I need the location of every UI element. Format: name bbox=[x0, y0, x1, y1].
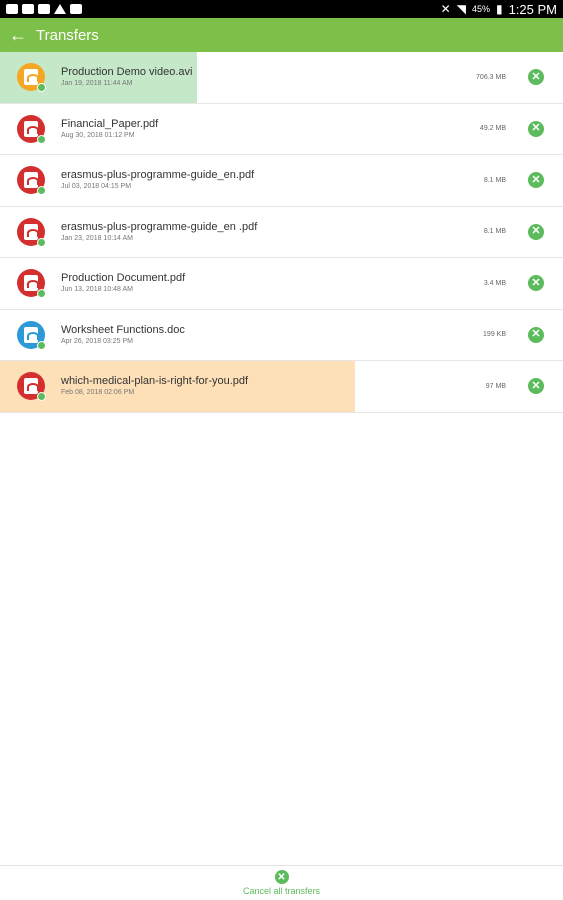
file-name: erasmus-plus-programme-guide_en.pdf bbox=[61, 169, 255, 182]
page-title: Transfers bbox=[36, 26, 99, 44]
transfer-row[interactable]: Financial_Paper.pdf Aug 30, 2018 01:12 PM… bbox=[0, 103, 563, 155]
photo-icon bbox=[70, 4, 82, 14]
notification-icons bbox=[6, 4, 82, 14]
file-size: 8.1 MB bbox=[483, 176, 506, 184]
mute-icon: ✕ bbox=[440, 2, 451, 16]
transfer-meta: Production Document.pdf Jun 13, 2018 10:4… bbox=[61, 271, 446, 295]
transfer-status-icon bbox=[37, 289, 46, 299]
pdf-file-icon bbox=[17, 269, 46, 299]
pdf-file-icon bbox=[17, 114, 46, 144]
transfer-meta: Worksheet Functions.doc Apr 26, 2018 03:2… bbox=[61, 323, 446, 347]
transfer-row[interactable]: which-medical-plan-is-right-for-you.pdf F… bbox=[0, 361, 563, 413]
file-name: Production Demo video.avi bbox=[61, 66, 193, 79]
file-size: 706.3 MB bbox=[476, 73, 506, 81]
file-date: Jun 13, 2018 10:48 AM bbox=[61, 286, 133, 294]
transfer-row[interactable]: Production Demo video.avi Jan 19, 2018 11… bbox=[0, 52, 563, 104]
file-name: Worksheet Functions.doc bbox=[61, 323, 185, 336]
file-size: 8.1 MB bbox=[483, 228, 506, 236]
cancel-transfer-button[interactable]: ✕ bbox=[528, 69, 544, 86]
transfer-row[interactable]: Worksheet Functions.doc Apr 26, 2018 03:2… bbox=[0, 309, 563, 361]
transfer-status-icon bbox=[37, 134, 46, 144]
battery-icon: ▮ bbox=[495, 2, 503, 16]
cancel-transfer-button[interactable]: ✕ bbox=[528, 120, 544, 137]
arrow-left-icon[interactable]: ← bbox=[0, 18, 36, 52]
file-date: Jan 23, 2018 10:14 AM bbox=[61, 234, 133, 242]
cancel-all-button[interactable]: ✕ Cancel all transfers bbox=[0, 865, 563, 900]
cancel-transfer-button[interactable]: ✕ bbox=[528, 378, 544, 395]
file-date: Jul 03, 2018 04:15 PM bbox=[61, 183, 132, 191]
cancel-circle-icon: ✕ bbox=[274, 870, 289, 884]
cancel-transfer-button[interactable]: ✕ bbox=[528, 172, 544, 189]
battery-level: 45% bbox=[471, 4, 490, 14]
file-date: Jan 19, 2018 11:44 AM bbox=[61, 80, 133, 88]
transfer-meta: erasmus-plus-programme-guide_en .pdf Jan … bbox=[61, 220, 446, 244]
file-size: 49.2 MB bbox=[479, 125, 506, 133]
transfer-list: Production Demo video.avi Jan 19, 2018 11… bbox=[0, 52, 563, 413]
file-name: Production Document.pdf bbox=[61, 272, 186, 285]
video-file-icon bbox=[17, 63, 46, 93]
file-name: Financial_Paper.pdf bbox=[61, 117, 159, 130]
file-size: 199 KB bbox=[483, 331, 506, 339]
app-bar: ← Transfers bbox=[0, 18, 563, 52]
android-icon bbox=[22, 4, 34, 14]
transfer-meta: Financial_Paper.pdf Aug 30, 2018 01:12 PM bbox=[61, 117, 446, 141]
android-icon bbox=[38, 4, 50, 14]
cancel-transfer-button[interactable]: ✕ bbox=[528, 326, 544, 343]
transfer-status-icon bbox=[37, 237, 46, 247]
file-name: erasmus-plus-programme-guide_en .pdf bbox=[61, 220, 258, 233]
transfer-row[interactable]: erasmus-plus-programme-guide_en.pdf Jul 0… bbox=[0, 155, 563, 207]
transfer-status-icon bbox=[37, 186, 46, 196]
file-size: 3.4 MB bbox=[483, 279, 506, 287]
pdf-file-icon bbox=[17, 166, 46, 196]
warning-icon bbox=[54, 4, 66, 14]
transfer-row[interactable]: Production Document.pdf Jun 13, 2018 10:4… bbox=[0, 258, 563, 310]
notification-icon bbox=[6, 4, 18, 14]
cancel-all-label: Cancel all transfers bbox=[242, 886, 321, 896]
cancel-transfer-button[interactable]: ✕ bbox=[528, 275, 544, 292]
pdf-file-icon bbox=[17, 217, 46, 247]
file-date: Feb 08, 2018 02:06 PM bbox=[61, 389, 135, 397]
file-date: Apr 26, 2018 03:25 PM bbox=[61, 337, 133, 345]
wifi-icon: ◥ bbox=[456, 2, 466, 16]
status-bar: ✕ ◥ 45% ▮ 1:25 PM bbox=[0, 0, 563, 18]
pdf-file-icon bbox=[17, 372, 46, 402]
transfer-row[interactable]: erasmus-plus-programme-guide_en .pdf Jan … bbox=[0, 206, 563, 258]
cancel-transfer-button[interactable]: ✕ bbox=[528, 223, 544, 240]
system-icons: ✕ ◥ 45% ▮ 1:25 PM bbox=[441, 2, 557, 17]
file-date: Aug 30, 2018 01:12 PM bbox=[61, 131, 135, 139]
transfer-status-icon bbox=[37, 340, 46, 350]
transfer-meta: Production Demo video.avi Jan 19, 2018 11… bbox=[61, 65, 446, 89]
doc-file-icon bbox=[17, 320, 46, 350]
file-name: which-medical-plan-is-right-for-you.pdf bbox=[61, 375, 249, 388]
transfer-meta: erasmus-plus-programme-guide_en.pdf Jul 0… bbox=[61, 168, 446, 192]
file-size: 97 MB bbox=[485, 382, 506, 390]
transfer-meta: which-medical-plan-is-right-for-you.pdf F… bbox=[61, 374, 446, 398]
clock: 1:25 PM bbox=[508, 1, 557, 17]
